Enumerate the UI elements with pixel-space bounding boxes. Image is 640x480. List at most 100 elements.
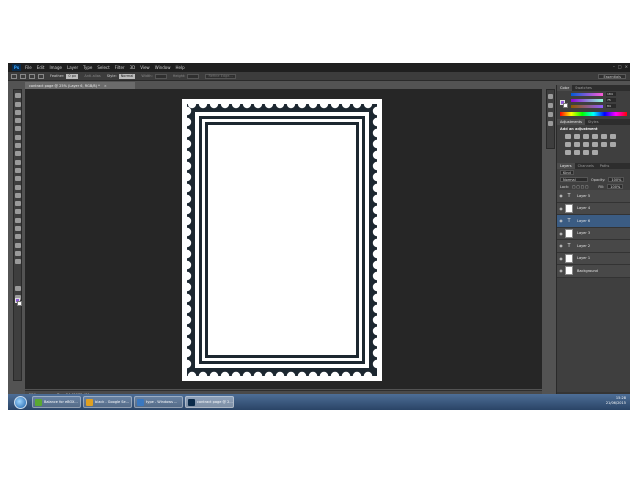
layer-kind-filter[interactable]: Kind [560,170,574,175]
close-icon[interactable]: × [625,64,628,69]
hand-tool-icon[interactable] [14,242,21,248]
fill-input[interactable]: 100% [607,184,624,189]
layer-row[interactable]: ◉ T Layer 5 [557,190,630,203]
quick-mask-icon[interactable] [14,286,21,292]
background-color-swatch[interactable] [17,301,22,306]
marquee-tool-icon[interactable] [11,73,17,79]
invert-icon[interactable] [610,142,616,147]
opacity-input[interactable]: 100% [608,177,625,182]
menu-edit[interactable]: Edit [37,65,45,70]
eraser-tool-icon[interactable] [14,176,21,182]
visibility-eye-icon[interactable]: ◉ [557,231,565,236]
antialias-checkbox[interactable]: Anti-alias [84,74,100,78]
curves-icon[interactable] [583,134,589,139]
channel-mixer-icon[interactable] [592,142,598,147]
brightness-contrast-icon[interactable] [565,134,571,139]
menu-select[interactable]: Select [97,65,109,70]
layer-row[interactable]: ◉ Layer 4 [557,202,630,215]
visibility-eye-icon[interactable]: ◉ [557,193,565,198]
taskbar-task[interactable]: type - Windows ... [134,396,183,408]
tab-channels[interactable]: Channels [575,164,597,168]
color-spectrum-bar[interactable] [560,112,627,116]
taskbar-task[interactable]: Balance for eBOX... [32,396,81,408]
layer-row[interactable]: ◉ T Layer 2 [557,240,630,253]
menu-layer[interactable]: Layer [67,65,78,70]
threshold-icon[interactable] [574,150,580,155]
move-tool-icon[interactable] [14,93,21,99]
subtract-selection-icon[interactable] [38,73,44,79]
dodge-tool-icon[interactable] [14,201,21,207]
shape-tool-icon[interactable] [14,234,21,240]
visibility-eye-icon[interactable]: ◉ [557,256,565,261]
quick-select-tool-icon[interactable] [14,118,21,124]
gradient-map-icon[interactable] [583,150,589,155]
refine-edge-button[interactable]: Refine Edge... [205,73,236,79]
width-input[interactable] [154,73,167,79]
document-tab[interactable]: contract page @ 25% (Layer 6, RGB/8) * × [25,82,135,89]
photo-filter-icon[interactable] [583,142,589,147]
crop-tool-icon[interactable] [14,126,21,132]
tab-layers[interactable]: Layers [557,163,575,169]
style-select[interactable]: Normal [118,73,136,79]
history-brush-tool-icon[interactable] [14,167,21,173]
black-white-icon[interactable] [574,142,580,147]
visibility-eye-icon[interactable]: ◉ [557,206,565,211]
tab-paths[interactable]: Paths [597,164,613,168]
tab-styles[interactable]: Styles [585,120,602,124]
document-page[interactable] [182,99,382,381]
pen-tool-icon[interactable] [14,209,21,215]
blend-mode-select[interactable]: Normal [560,177,588,182]
swap-colors-icon[interactable] [14,259,21,265]
color-lookup-icon[interactable] [601,142,607,147]
green-value[interactable]: 75 [606,98,616,102]
clone-stamp-tool-icon[interactable] [14,159,21,165]
new-selection-icon[interactable] [20,73,26,79]
exposure-icon[interactable] [592,134,598,139]
properties-panel-icon[interactable] [548,103,553,108]
gradient-tool-icon[interactable] [14,184,21,190]
height-input[interactable] [187,73,200,79]
system-tray-clock[interactable]: 15:28 21/06/2015 [606,396,626,406]
menu-file[interactable]: File [25,65,32,70]
layer-row[interactable]: ◉ Layer 3 [557,227,630,240]
brush-tool-icon[interactable] [14,151,21,157]
add-selection-icon[interactable] [29,73,35,79]
type-tool-icon[interactable] [14,217,21,223]
taskbar-task[interactable]: contract page @ 2... [185,396,234,408]
lock-icons[interactable]: □□□□ [572,185,589,189]
menu-window[interactable]: Window [155,65,171,70]
selective-color-icon[interactable] [592,150,598,155]
zoom-tool-icon[interactable] [14,250,21,256]
tab-adjustments[interactable]: Adjustments [557,119,585,125]
red-value[interactable]: 184 [606,92,616,96]
hue-saturation-icon[interactable] [610,134,616,139]
document-canvas-area[interactable] [25,89,542,389]
workspace-select[interactable]: Essentials [598,74,626,79]
path-select-tool-icon[interactable] [14,226,21,232]
layer-row[interactable]: ◉ T Layer 6 [557,215,630,228]
healing-brush-tool-icon[interactable] [14,143,21,149]
visibility-eye-icon[interactable]: ◉ [557,218,565,223]
vibrance-icon[interactable] [601,134,607,139]
menu-type[interactable]: Type [83,65,92,70]
levels-icon[interactable] [574,134,580,139]
marquee-tool-icon[interactable] [14,101,21,107]
layer-row[interactable]: ◉ Layer 1 [557,252,630,265]
menu-filter[interactable]: Filter [115,65,125,70]
character-panel-icon[interactable] [548,112,553,117]
layer-row[interactable]: ◉ Background [557,265,630,278]
menu-image[interactable]: Image [49,65,62,70]
feather-input[interactable]: 0 px [66,73,79,79]
blue-value[interactable]: 84 [606,104,616,108]
tab-swatches[interactable]: Swatches [572,86,595,90]
lasso-tool-icon[interactable] [14,109,21,115]
maximize-icon[interactable]: □ [618,64,622,69]
eyedropper-tool-icon[interactable] [14,134,21,140]
menu-help[interactable]: Help [175,65,184,70]
posterize-icon[interactable] [565,150,571,155]
visibility-eye-icon[interactable]: ◉ [557,243,565,248]
menu-view[interactable]: View [140,65,150,70]
minimize-icon[interactable]: – [613,64,615,69]
blur-tool-icon[interactable] [14,192,21,198]
menu-3d[interactable]: 3D [130,65,136,70]
